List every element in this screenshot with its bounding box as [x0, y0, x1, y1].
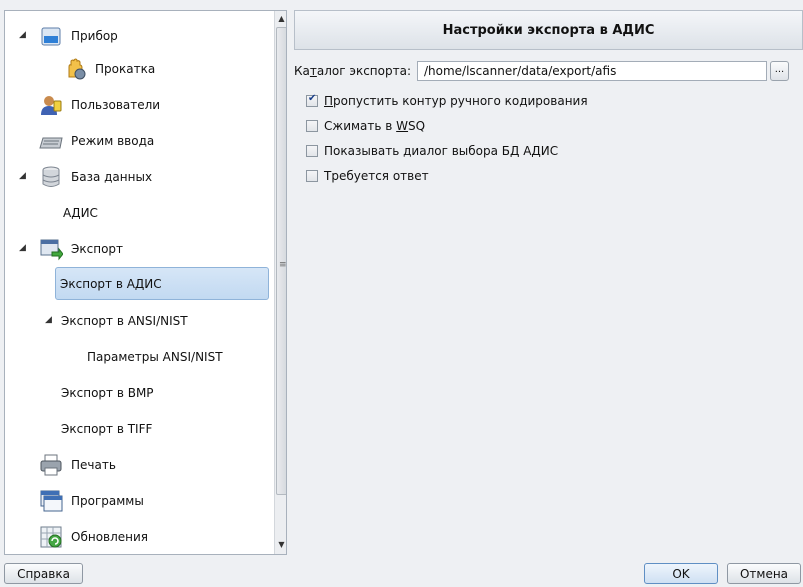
tree-item-rolling[interactable]: Прокатка [5, 52, 273, 85]
settings-panel: Настройки экспорта в АДИС Каталог экспор… [294, 10, 803, 555]
tree-item-adis[interactable]: АДИС [63, 196, 273, 229]
tree-item-export-adis[interactable]: Экспорт в АДИС [55, 267, 269, 300]
programs-icon [39, 489, 63, 513]
hand-roll-icon [63, 57, 87, 81]
tree-item-export-bmp[interactable]: Экспорт в BMP [61, 376, 273, 409]
tree-scrollbar[interactable]: ▲ ≡ ▼ [274, 11, 287, 554]
expand-arrow-icon[interactable]: ◢ [19, 30, 26, 40]
tree-item-label: Прокатка [95, 61, 156, 76]
checkbox[interactable] [306, 170, 318, 182]
database-icon [39, 165, 63, 189]
option-label: Показывать диалог выбора БД АДИС [324, 144, 559, 158]
tree-item-label: Экспорт в TIFF [61, 421, 153, 436]
tree-item-export-ansi-nist[interactable]: ◢ Экспорт в ANSI/NIST [5, 304, 273, 337]
scroll-down-icon[interactable]: ▼ [275, 537, 286, 553]
tree-item-export-tiff[interactable]: Экспорт в TIFF [61, 412, 273, 445]
scroll-up-icon[interactable]: ▲ [275, 11, 286, 27]
option-label: Требуется ответ [324, 169, 429, 183]
checkbox[interactable] [306, 93, 318, 107]
device-icon [39, 24, 63, 48]
export-dir-row: Каталог экспорта: /home/lscanner/data/ex… [294, 61, 789, 81]
tree-item-label: Печать [71, 457, 116, 472]
option-compress-wsq[interactable]: Сжимать в WSQ [306, 119, 425, 133]
option-show-db-dialog[interactable]: Показывать диалог выбора БД АДИС [306, 144, 558, 158]
tree-item-ansi-nist-params[interactable]: Параметры ANSI/NIST [87, 340, 273, 373]
ok-button[interactable]: OK [644, 563, 718, 584]
checkbox[interactable] [306, 120, 318, 132]
cancel-button[interactable]: Отмена [727, 563, 801, 584]
tree-item-label: Параметры ANSI/NIST [87, 349, 223, 364]
export-dir-input[interactable]: /home/lscanner/data/export/afis [416, 61, 767, 81]
tree-item-print[interactable]: Печать [5, 448, 273, 481]
option-skip-manual-contour[interactable]: Пропустить контур ручного кодирования [306, 93, 588, 108]
tree-item-database[interactable]: ◢ База данных [5, 160, 273, 193]
tree-item-updates[interactable]: Обновления [5, 520, 273, 553]
scrollbar-thumb[interactable]: ≡ [276, 27, 287, 495]
export-icon [39, 237, 64, 261]
tree-item-label: Прибор [71, 28, 118, 43]
printer-icon [39, 453, 63, 477]
tree-item-label: Программы [71, 493, 144, 508]
users-icon [39, 93, 63, 117]
tree-item-programs[interactable]: Программы [5, 484, 273, 517]
tree-item-label: Экспорт [71, 241, 124, 256]
tree-item-export[interactable]: ◢ Экспорт [5, 232, 273, 265]
settings-header: Настройки экспорта в АДИС [294, 10, 803, 50]
option-response-required[interactable]: Требуется ответ [306, 169, 429, 183]
tree-item-label: Экспорт в АДИС [60, 276, 162, 291]
tree-item-label: АДИС [63, 205, 98, 220]
option-label: Сжимать в WSQ [324, 119, 426, 133]
tree-item-device[interactable]: ◢ Прибор [5, 19, 273, 52]
expand-arrow-icon[interactable]: ◢ [19, 171, 26, 181]
tree-item-label: Экспорт в ANSI/NIST [61, 313, 188, 328]
tree-item-users[interactable]: Пользователи [5, 88, 273, 121]
settings-tree[interactable]: ◢ Прибор Прокатка Пользователи Режим вво… [4, 10, 287, 555]
keyboard-icon [39, 129, 63, 153]
tree-item-label: База данных [71, 169, 153, 184]
tree-item-label: Режим ввода [71, 133, 155, 148]
help-button[interactable]: Справка [4, 563, 83, 584]
export-dir-label: Каталог экспорта: [294, 64, 411, 78]
expand-arrow-icon[interactable]: ◢ [19, 243, 26, 253]
browse-button[interactable]: ... [769, 61, 789, 81]
option-label: Пропустить контур ручного кодирования [324, 94, 588, 108]
tree-item-label: Обновления [71, 529, 149, 544]
tree-item-label: Пользователи [71, 97, 161, 112]
page-title: Настройки экспорта в АДИС [442, 22, 655, 38]
tree-item-input-mode[interactable]: Режим ввода [5, 124, 273, 157]
tree-item-label: Экспорт в BMP [61, 385, 154, 400]
updates-icon [39, 525, 63, 549]
expand-arrow-icon[interactable]: ◢ [45, 315, 52, 325]
grip-icon: ≡ [279, 260, 287, 270]
checkbox[interactable] [306, 145, 318, 157]
